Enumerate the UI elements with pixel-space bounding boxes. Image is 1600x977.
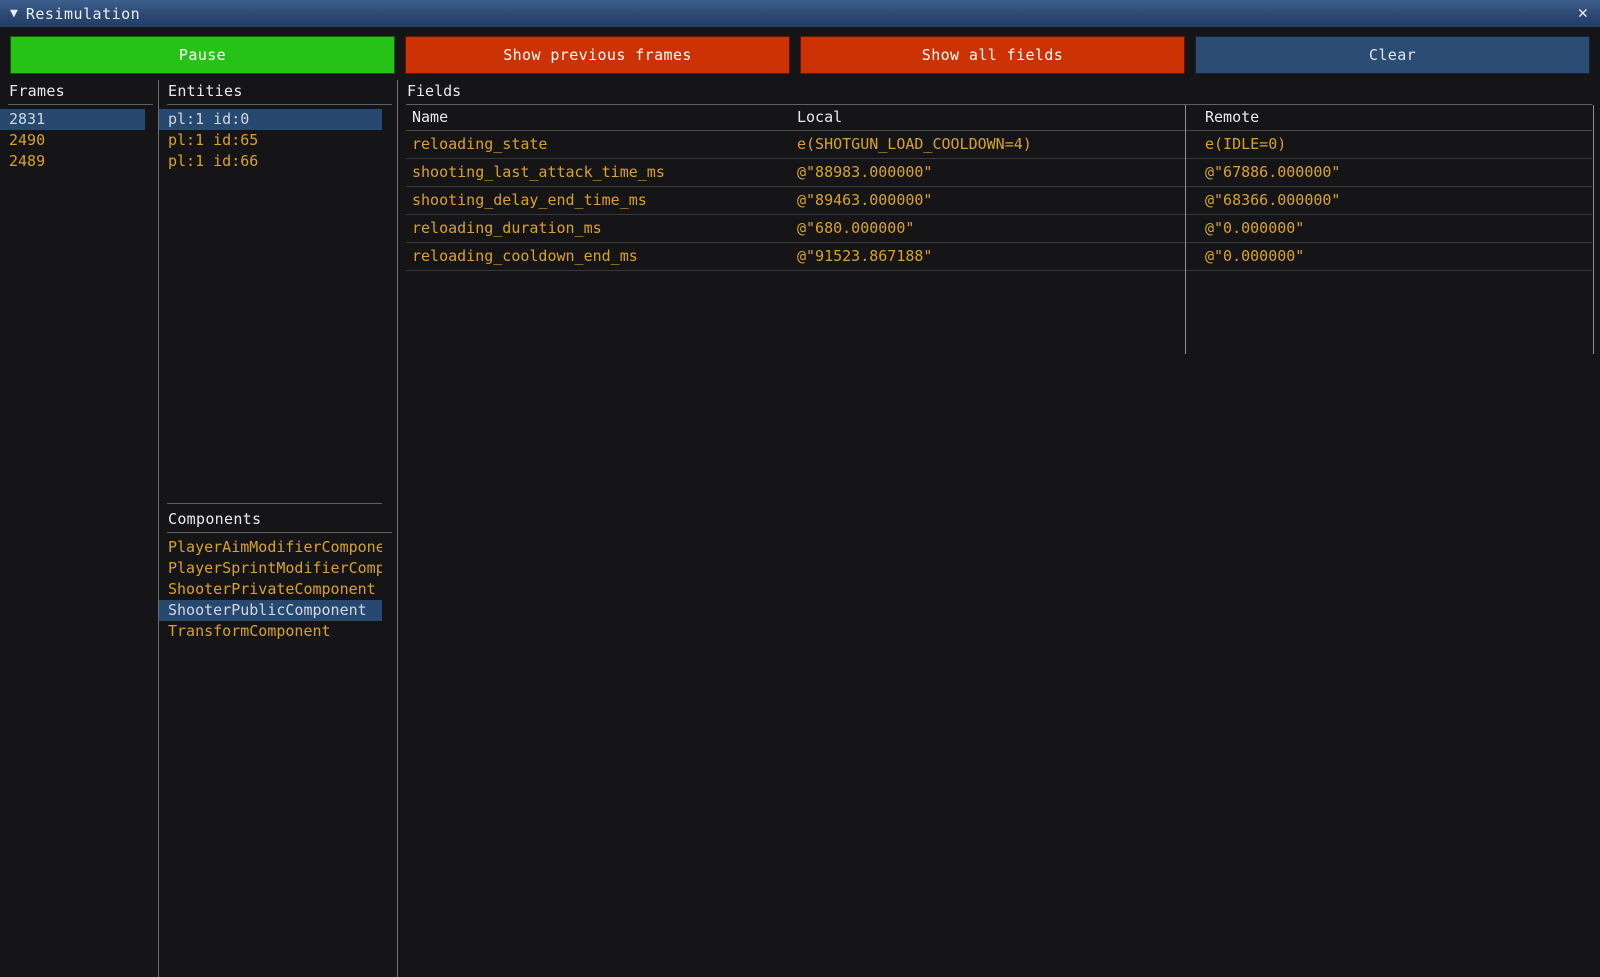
field-local: e(SHOTGUN_LOAD_COOLDOWN=4) bbox=[791, 130, 1199, 159]
triangle-down-icon[interactable]: ▼ bbox=[10, 7, 18, 20]
column-header-local[interactable]: Local bbox=[791, 105, 1199, 131]
fields-table: Name Local Remote reloading_state e(SHOT… bbox=[406, 105, 1592, 271]
entities-list[interactable]: pl:1 id:0 pl:1 id:65 pl:1 id:66 bbox=[159, 105, 398, 172]
list-item[interactable]: PlayerAimModifierComponent bbox=[159, 537, 382, 558]
clear-button[interactable]: Clear bbox=[1195, 36, 1590, 74]
pause-button[interactable]: Pause bbox=[10, 36, 395, 74]
column-header-remote[interactable]: Remote bbox=[1199, 105, 1592, 131]
window-title: Resimulation bbox=[25, 4, 141, 23]
column-divider-remote[interactable] bbox=[1593, 105, 1594, 354]
list-item[interactable]: PlayerSprintModifierComponent bbox=[159, 558, 382, 579]
frames-panel: Frames 2831 2490 2489 bbox=[0, 80, 159, 977]
field-remote: @"0.000000" bbox=[1199, 242, 1592, 271]
list-item[interactable]: 2489 bbox=[0, 151, 145, 172]
table-row[interactable]: reloading_duration_ms @"680.000000" @"0.… bbox=[406, 214, 1592, 243]
fields-panel: Fields Name Local Remote reloading_state… bbox=[398, 80, 1600, 977]
components-panel: Components PlayerAimModifierComponent Pl… bbox=[159, 503, 398, 642]
column-header-name[interactable]: Name bbox=[406, 105, 791, 131]
show-previous-frames-button[interactable]: Show previous frames bbox=[405, 36, 790, 74]
field-local: @"680.000000" bbox=[791, 214, 1199, 243]
field-name: reloading_state bbox=[406, 130, 791, 159]
entities-panel: Entities pl:1 id:0 pl:1 id:65 pl:1 id:66… bbox=[159, 80, 398, 977]
resimulation-window: ▼ Resimulation ✕ Pause Show previous fra… bbox=[0, 0, 1600, 977]
field-remote: @"67886.000000" bbox=[1199, 158, 1592, 187]
list-item[interactable]: pl:1 id:0 bbox=[159, 109, 382, 130]
components-header: Components bbox=[168, 510, 262, 528]
entities-header: Entities bbox=[168, 82, 243, 100]
frames-list[interactable]: 2831 2490 2489 bbox=[0, 105, 159, 172]
frames-header: Frames bbox=[9, 82, 65, 100]
table-row[interactable]: reloading_cooldown_end_ms @"91523.867188… bbox=[406, 242, 1592, 271]
field-remote: @"0.000000" bbox=[1199, 214, 1592, 243]
field-name: shooting_delay_end_time_ms bbox=[406, 186, 791, 215]
list-item[interactable]: 2490 bbox=[0, 130, 145, 151]
field-local: @"89463.000000" bbox=[791, 186, 1199, 215]
field-name: shooting_last_attack_time_ms bbox=[406, 158, 791, 187]
field-local: @"88983.000000" bbox=[791, 158, 1199, 187]
field-name: reloading_duration_ms bbox=[406, 214, 791, 243]
table-row[interactable]: shooting_delay_end_time_ms @"89463.00000… bbox=[406, 186, 1592, 215]
show-all-fields-button[interactable]: Show all fields bbox=[800, 36, 1185, 74]
list-item[interactable]: pl:1 id:65 bbox=[159, 130, 382, 151]
list-item[interactable]: 2831 bbox=[0, 109, 145, 130]
field-local: @"91523.867188" bbox=[791, 242, 1199, 271]
fields-table-header-row: Name Local Remote bbox=[406, 105, 1592, 131]
fields-header: Fields bbox=[407, 82, 462, 100]
list-item[interactable]: ShooterPublicComponent bbox=[159, 600, 382, 621]
field-name: reloading_cooldown_end_ms bbox=[406, 242, 791, 271]
field-remote: e(IDLE=0) bbox=[1199, 130, 1592, 159]
list-item[interactable]: TransformComponent bbox=[159, 621, 382, 642]
list-item[interactable]: pl:1 id:66 bbox=[159, 151, 382, 172]
column-divider-local[interactable] bbox=[1185, 105, 1186, 354]
table-row[interactable]: reloading_state e(SHOTGUN_LOAD_COOLDOWN=… bbox=[406, 130, 1592, 159]
close-icon[interactable]: ✕ bbox=[1574, 5, 1592, 22]
components-list[interactable]: PlayerAimModifierComponent PlayerSprintM… bbox=[159, 533, 398, 642]
table-row[interactable]: shooting_last_attack_time_ms @"88983.000… bbox=[406, 158, 1592, 187]
main-body: Frames 2831 2490 2489 Entities pl:1 id:0… bbox=[0, 80, 1600, 977]
field-remote: @"68366.000000" bbox=[1199, 186, 1592, 215]
list-item[interactable]: ShooterPrivateComponent bbox=[159, 579, 382, 600]
toolbar: Pause Show previous frames Show all fiel… bbox=[0, 27, 1600, 80]
window-titlebar: ▼ Resimulation ✕ bbox=[0, 0, 1600, 27]
